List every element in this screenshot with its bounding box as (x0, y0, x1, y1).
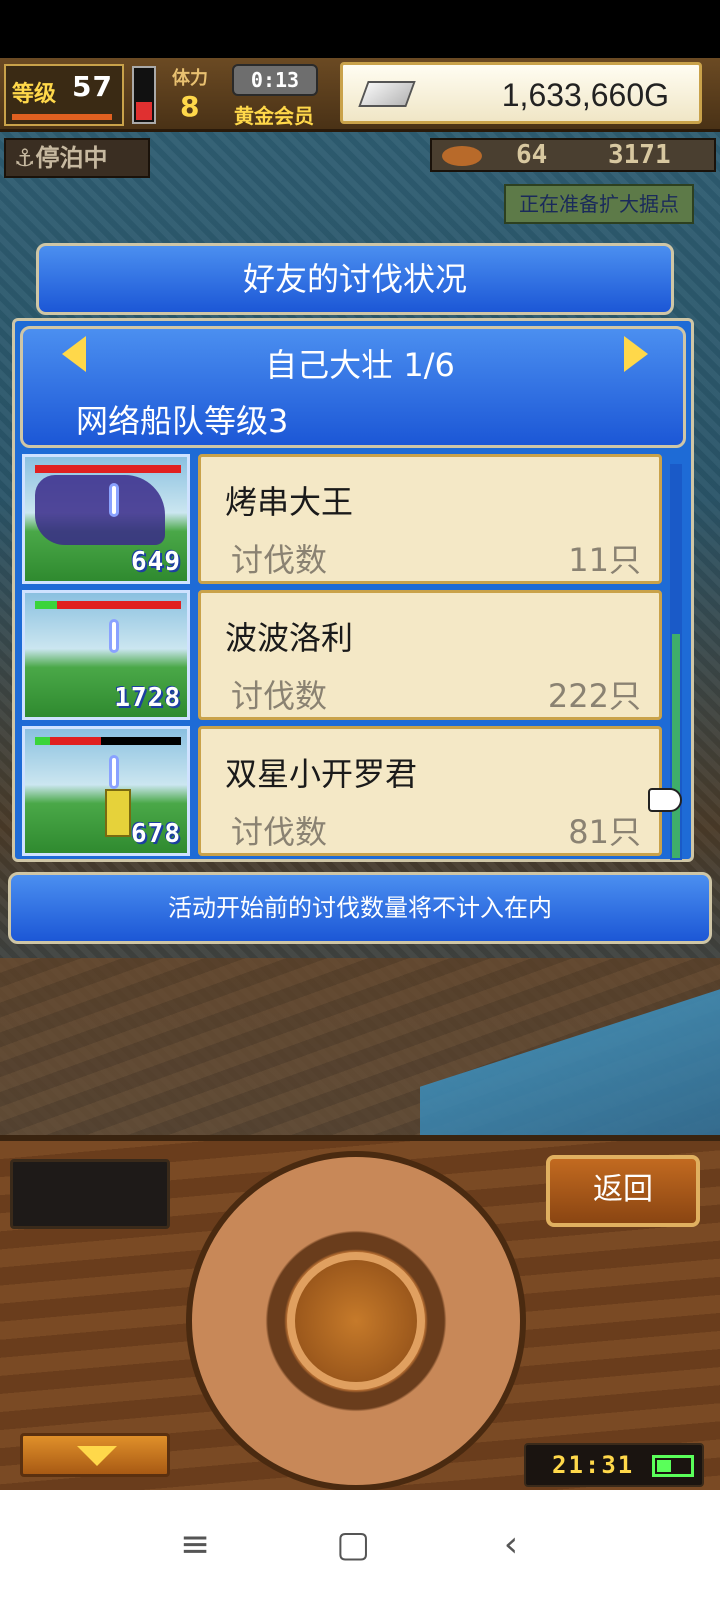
silver-ingot-icon (358, 81, 416, 107)
dialog-title: 好友的讨伐状况 (36, 243, 674, 315)
target-marker-icon (109, 619, 119, 653)
friend-card: 波波洛利 讨伐数 222只 (198, 590, 662, 720)
money-panel: 1,633,660G (340, 62, 702, 124)
damage-value: 1728 (114, 683, 181, 713)
friend-member-name: 波波洛利 (225, 619, 354, 657)
clock-time: 21:31 (552, 1451, 635, 1479)
list-item[interactable]: 678 双星小开罗君 讨伐数 81只 (22, 726, 662, 856)
defeat-count-value: 11只 (568, 541, 641, 579)
battery-icon (652, 1455, 694, 1477)
defeat-count-value: 81只 (568, 813, 641, 851)
steering-wheel-dpad[interactable] (186, 1151, 526, 1491)
next-friend-arrow-icon[interactable] (624, 336, 648, 372)
home-icon[interactable]: ▢ (328, 1520, 378, 1570)
pointer-hand-icon (648, 788, 682, 812)
level-label: 等级 (12, 82, 57, 107)
back-button[interactable]: 返回 (546, 1155, 700, 1227)
friend-name: 自己大壮 1/6 (265, 346, 455, 384)
menu-toggle-button[interactable] (20, 1433, 170, 1477)
stamina-label: 体力 (172, 68, 208, 89)
level-value: 57 (72, 70, 113, 103)
exp-bar (12, 114, 112, 120)
defeat-count-label: 讨伐数 (231, 541, 328, 579)
docked-status: ⚓停泊中 (4, 138, 150, 178)
info-footer: 活动开始前的讨伐数量将不计入在内 (8, 872, 712, 944)
target-marker-icon (109, 483, 119, 517)
hp-red (35, 465, 181, 473)
android-navigation-bar: ≡ ▢ ‹ (0, 1490, 720, 1600)
defeat-count-label: 讨伐数 (231, 677, 328, 715)
fleet-level: 网络船队等级3 (76, 402, 289, 440)
monster-sprite (105, 789, 131, 837)
hp-red (57, 601, 181, 609)
system-status-bar (0, 0, 720, 58)
friend-card: 双星小开罗君 讨伐数 81只 (198, 726, 662, 856)
boss-thumbnail: 649 (22, 454, 190, 584)
expansion-notice: 正在准备扩大据点 (504, 184, 694, 224)
hp-gauge-fill (136, 102, 152, 120)
hp-green (35, 737, 50, 745)
damage-value: 649 (131, 547, 181, 577)
boss-thumbnail: 678 (22, 726, 190, 856)
hud-bar: 等级 57 体力 8 0:13 黄金会员 1,633,660G (0, 58, 720, 132)
clock-display: 21:31 (524, 1443, 704, 1487)
prev-friend-arrow-icon[interactable] (62, 336, 86, 372)
stamina-value: 8 (180, 90, 200, 123)
mini-screen (10, 1159, 170, 1229)
hp-green (35, 601, 57, 609)
boss-hp-bar (35, 601, 181, 609)
vip-badge: 黄金会员 (234, 104, 314, 128)
list-item[interactable]: 1728 波波洛利 讨伐数 222只 (22, 590, 662, 720)
scrollbar-thumb[interactable] (672, 634, 680, 858)
friend-member-name: 双星小开罗君 (225, 755, 418, 793)
damage-value: 678 (131, 819, 181, 849)
defeat-count-label: 讨伐数 (231, 813, 328, 851)
chevron-down-icon (77, 1446, 117, 1466)
hp-gauge (132, 66, 156, 124)
fish-icon (442, 146, 482, 166)
defeat-count-value: 222只 (547, 677, 641, 715)
money-value: 1,633,660G (501, 77, 669, 113)
hp-red (50, 737, 101, 745)
stamina-panel: 体力 8 (166, 64, 228, 126)
wheel-center-button[interactable] (287, 1252, 425, 1390)
level-panel: 等级 57 (4, 64, 124, 126)
boss-thumbnail: 1728 (22, 590, 190, 720)
friend-member-name: 烤串大王 (225, 483, 354, 521)
control-panel: 返回 21:31 (0, 1135, 720, 1491)
back-arrow-icon[interactable]: ‹ (486, 1520, 536, 1570)
boss-sprite (35, 475, 165, 545)
boss-hp-bar (35, 465, 181, 473)
resource-b-value: 3171 (608, 140, 671, 170)
friend-card: 烤串大王 讨伐数 11只 (198, 454, 662, 584)
timer-display: 0:13 (232, 64, 318, 96)
target-marker-icon (109, 755, 119, 789)
recents-menu-icon[interactable]: ≡ (170, 1520, 220, 1570)
boss-hp-bar (35, 737, 181, 745)
list-item[interactable]: 649 烤串大王 讨伐数 11只 (22, 454, 662, 584)
resource-panel: 64 3171 (430, 138, 716, 172)
resource-a-value: 64 (516, 140, 548, 170)
